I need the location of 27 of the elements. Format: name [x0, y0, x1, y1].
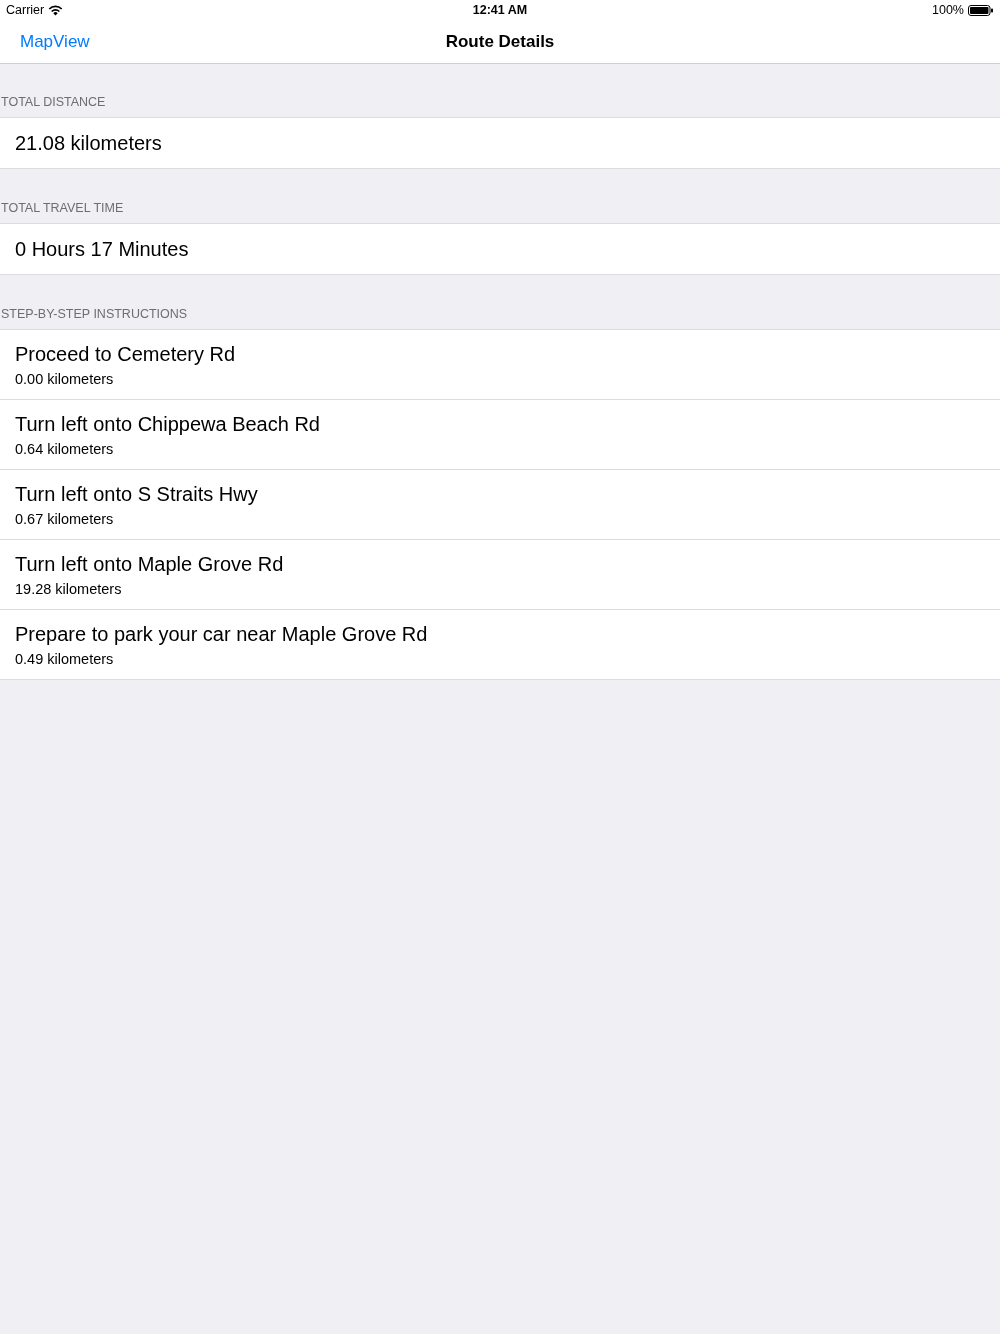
instruction-cell[interactable]: Turn left onto Chippewa Beach Rd 0.64 kilometers — [0, 399, 1000, 469]
battery-percent-label: 100% — [932, 3, 964, 17]
instruction-text: Turn left onto Maple Grove Rd — [15, 552, 285, 576]
battery-icon — [968, 4, 993, 16]
step-distance: 0.49 kilometers — [15, 650, 115, 667]
instruction-cell[interactable]: Proceed to Cemetery Rd 0.00 kilometers — [0, 330, 1000, 399]
instruction-text: Turn left onto Chippewa Beach Rd — [15, 412, 321, 436]
section-header: TOTAL DISTANCE — [1, 95, 106, 109]
step-distance: 0.00 kilometers — [15, 370, 115, 387]
step-distance: 19.28 kilometers — [15, 580, 123, 597]
instruction-cell[interactable]: Turn left onto Maple Grove Rd 19.28 kilometers — [0, 539, 1000, 609]
step-distance: 0.67 kilometers — [15, 510, 115, 527]
nav-title: Route Details — [445, 31, 555, 52]
value-text: 21.08 kilometers — [15, 131, 162, 155]
instruction-cell[interactable]: Turn left onto S Straits Hwy 0.67 kilometers — [0, 469, 1000, 539]
clock-label: 12:41 AM — [472, 3, 528, 17]
instruction-text: Turn left onto S Straits Hwy — [15, 482, 259, 506]
instruction-cell[interactable]: Prepare to park your car near Maple Grove Rd 0.49 kilometers — [0, 609, 1000, 679]
step-distance: 0.64 kilometers — [15, 440, 115, 457]
value-text: 0 Hours 17 Minutes — [15, 237, 189, 261]
section-header: STEP-BY-STEP INSTRUCTIONS — [1, 307, 188, 321]
wifi-icon — [48, 4, 64, 16]
instruction-text: Proceed to Cemetery Rd — [15, 342, 237, 366]
carrier-label: Carrier — [6, 3, 45, 17]
back-link[interactable]: MapView — [20, 31, 90, 52]
instruction-text: Prepare to park your car near Maple Grove Rd — [15, 622, 429, 646]
section-header: TOTAL TRAVEL TIME — [1, 201, 124, 215]
